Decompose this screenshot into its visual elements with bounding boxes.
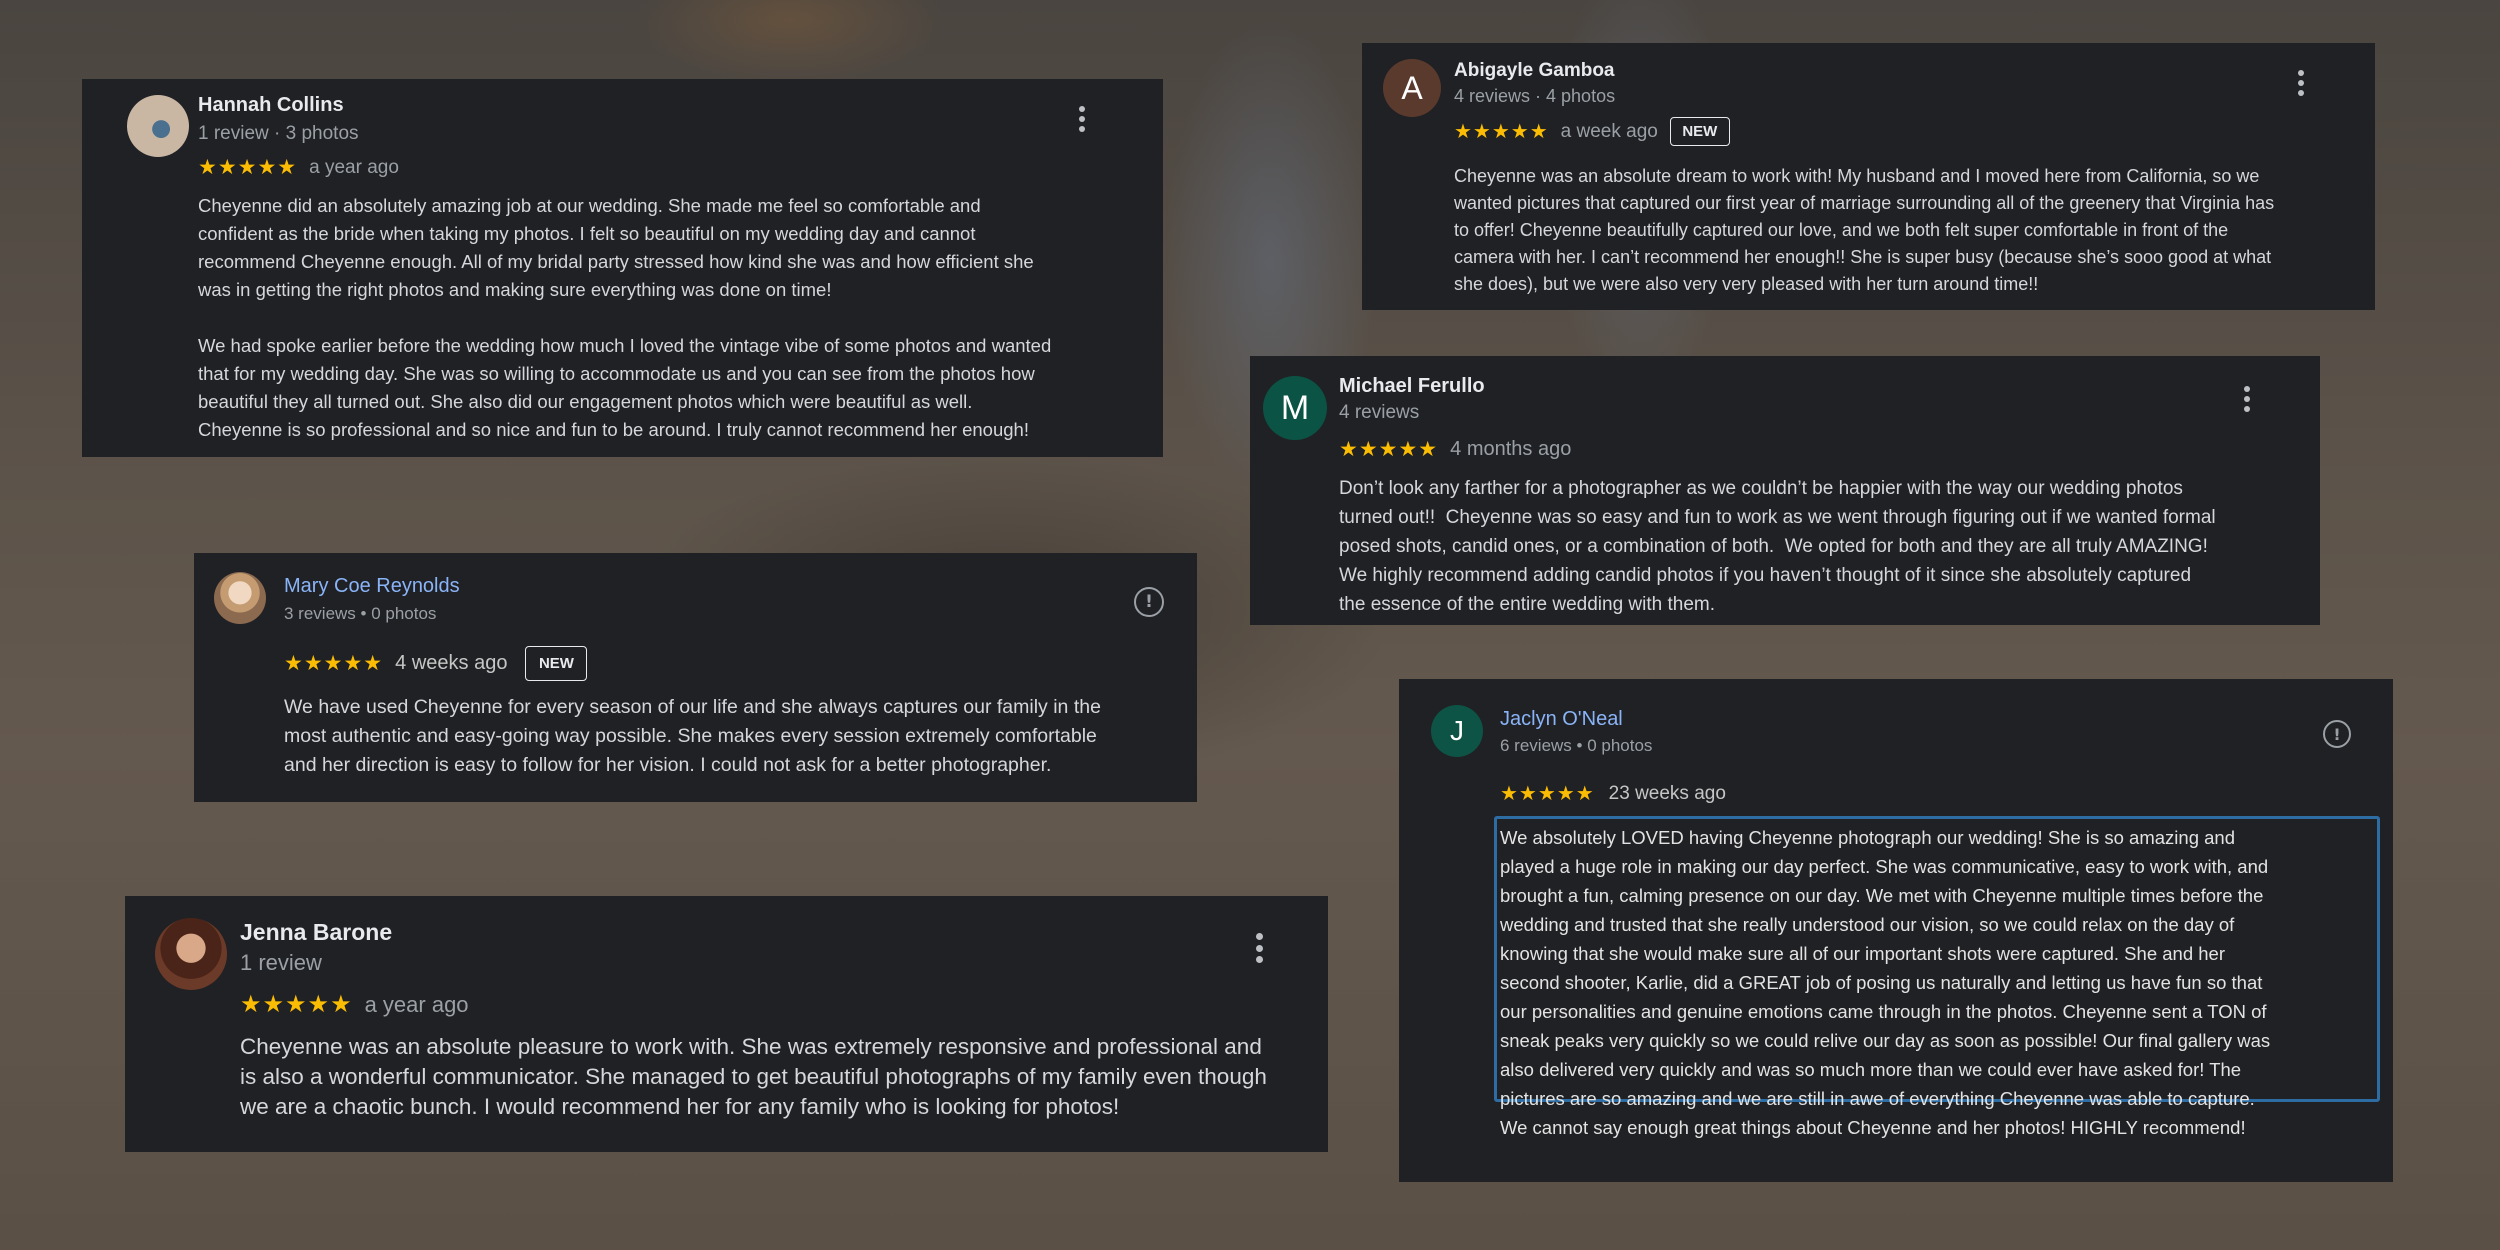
review-text: Don’t look any farther for a photographe… — [1339, 478, 2216, 615]
review-rating: ★★★★★ 4 weeks ago NEW — [284, 646, 588, 681]
review-rating: ★★★★★ a year ago — [240, 990, 469, 1019]
review-date: a year ago — [364, 991, 469, 1017]
more-vert-icon[interactable] — [2241, 386, 2253, 412]
review-text: We absolutely LOVED having Cheyenne phot… — [1500, 827, 2271, 1138]
reviewer-name[interactable]: Abigayle Gamboa — [1454, 60, 1615, 82]
reviewer-avatar[interactable]: J — [1431, 705, 1483, 757]
review-card-hannah-collins: Hannah Collins 1 review · 3 photos ★★★★★… — [82, 79, 1163, 457]
more-vert-icon[interactable] — [2295, 70, 2307, 96]
review-rating: ★★★★★ 4 months ago — [1339, 437, 1571, 462]
reviewer-name[interactable]: Mary Coe Reynolds — [284, 575, 460, 598]
review-card-michael-ferullo: M Michael Ferullo 4 reviews ★★★★★ 4 mont… — [1250, 356, 2320, 625]
review-text: Cheyenne did an absolutely amazing job a… — [198, 195, 1052, 440]
review-text: We have used Cheyenne for every season o… — [284, 696, 1101, 776]
new-badge: NEW — [1669, 117, 1730, 146]
reviewer-meta: 6 reviews • 0 photos — [1500, 736, 1653, 755]
star-rating: ★★★★★ — [1454, 121, 1549, 143]
new-badge: NEW — [525, 646, 588, 681]
review-rating: ★★★★★ a year ago — [198, 155, 399, 180]
star-rating: ★★★★★ — [1500, 783, 1595, 805]
reviewer-avatar[interactable] — [127, 95, 189, 157]
review-date: 4 weeks ago — [395, 652, 508, 674]
reviewer-avatar[interactable]: M — [1263, 376, 1327, 440]
star-rating: ★★★★★ — [198, 156, 298, 179]
review-card-mary-coe-reynolds: Mary Coe Reynolds 3 reviews • 0 photos ★… — [194, 553, 1197, 802]
reviewer-meta: 4 reviews · 4 photos — [1454, 86, 1616, 106]
star-rating: ★★★★★ — [1339, 438, 1439, 461]
star-rating: ★★★★★ — [284, 652, 384, 675]
reviewer-name[interactable]: Jenna Barone — [240, 919, 392, 946]
star-rating: ★★★★★ — [240, 991, 353, 1018]
review-rating: ★★★★★ 23 weeks ago — [1500, 781, 1726, 806]
review-date: a year ago — [309, 156, 399, 178]
reviewer-avatar[interactable]: A — [1383, 59, 1441, 117]
review-date: a week ago — [1560, 120, 1658, 142]
review-text: Cheyenne was an absolute pleasure to wor… — [240, 1034, 1267, 1119]
reviewer-meta: 1 review · 3 photos — [198, 123, 359, 144]
reviewer-avatar[interactable] — [155, 918, 227, 990]
reviewer-meta: 3 reviews • 0 photos — [284, 604, 437, 623]
report-icon[interactable]: ! — [1134, 587, 1164, 617]
reviewer-meta: 4 reviews — [1339, 402, 1420, 423]
review-rating: ★★★★★ a week ago NEW — [1454, 117, 1730, 146]
review-card-abigayle-gamboa: A Abigayle Gamboa 4 reviews · 4 photos ★… — [1362, 43, 2375, 310]
review-card-jenna-barone: Jenna Barone 1 review ★★★★★ a year ago C… — [125, 896, 1328, 1152]
reviewer-avatar[interactable] — [214, 572, 266, 624]
review-date: 4 months ago — [1450, 438, 1572, 460]
more-vert-icon[interactable] — [1253, 933, 1265, 963]
review-card-jaclyn-oneal: J Jaclyn O'Neal 6 reviews • 0 photos ★★★… — [1399, 679, 2393, 1182]
reviewer-name[interactable]: Michael Ferullo — [1339, 375, 1485, 398]
report-icon[interactable]: ! — [2323, 720, 2351, 748]
reviewer-name[interactable]: Jaclyn O'Neal — [1500, 708, 1623, 731]
reviewer-name[interactable]: Hannah Collins — [198, 94, 344, 117]
more-vert-icon[interactable] — [1076, 106, 1088, 132]
review-date: 23 weeks ago — [1608, 782, 1726, 804]
reviewer-meta: 1 review — [240, 950, 322, 975]
review-text: Cheyenne was an absolute dream to work w… — [1454, 166, 2275, 294]
